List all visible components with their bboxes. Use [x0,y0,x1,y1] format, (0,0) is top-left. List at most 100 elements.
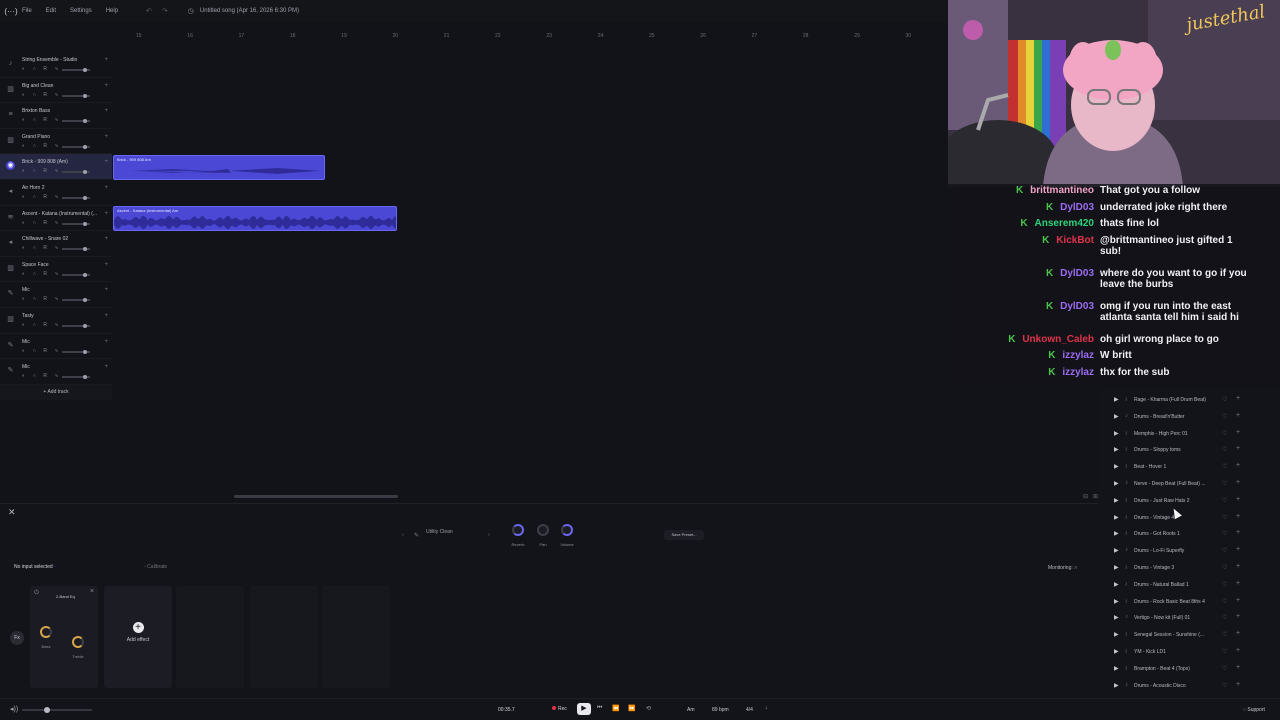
add-track-button[interactable]: + Add track [0,385,112,400]
add-instrument-icon[interactable]: + [104,262,108,268]
track-name[interactable]: Chillwave - Snare 02 [22,236,68,242]
add-instrument-icon[interactable]: + [104,159,108,165]
play-preview-icon[interactable]: ▶ [1114,682,1119,689]
loop-item[interactable]: ▶ ≀ YM - Kick LD1 ♡ + [1098,644,1280,661]
input-selector[interactable]: No input selected ◦ [14,564,56,570]
track-row[interactable]: ◉ Brick - 909 808 (Am) ◐ ∩ R ∿ + [0,154,112,180]
track-volume-slider[interactable] [62,93,90,98]
add-loop-icon[interactable]: + [1236,513,1240,520]
project-title[interactable]: Untitled song (Apr 16, 2026 6:30 PM) [200,8,299,14]
treble-knob[interactable] [72,636,84,648]
add-instrument-icon[interactable]: + [104,134,108,140]
time-signature[interactable]: 4/4 [746,707,753,713]
instrument-selector[interactable]: ‹ ✎ Utility Clean › [402,528,492,542]
track-name[interactable]: Brick - 909 808 (Am) [22,159,68,165]
add-loop-icon[interactable]: + [1236,479,1240,486]
volume-knob[interactable] [561,524,573,536]
save-preset-button[interactable]: Save Preset... [664,530,704,540]
track-controls[interactable]: ◐ ∩ R ∿ [22,168,62,174]
loop-item[interactable]: ▶ ♪ Drums - Bread'n'Butter ♡ + [1098,409,1280,426]
add-loop-icon[interactable]: + [1236,613,1240,620]
add-loop-icon[interactable]: + [1236,395,1240,402]
loop-name[interactable]: Drums - Sloppy toms [1134,447,1181,453]
support-link[interactable]: ◌ Support [1243,707,1265,713]
favorite-icon[interactable]: ♡ [1222,413,1227,420]
effect-slot-eq[interactable]: ⏻ 2-Band Eq × Bass Treble [30,586,98,688]
add-loop-icon[interactable]: + [1236,630,1240,637]
track-name[interactable]: Ascent - Katana (Instrumental) (... [22,211,97,217]
calibrate-button[interactable]: ◦ Calibrate [144,564,167,570]
play-preview-icon[interactable]: ▶ [1114,497,1119,504]
fx-toggle-button[interactable]: Fx [10,631,24,645]
favorite-icon[interactable]: ♡ [1222,648,1227,655]
play-preview-icon[interactable]: ▶ [1114,514,1119,521]
track-controls[interactable]: ◐ ∩ R ∿ [22,373,62,379]
loop-name[interactable]: Drums - Natural Ballad 1 [1134,582,1189,588]
loop-name[interactable]: Memphis - High Perc 01 [1134,431,1188,437]
loop-item[interactable]: ▶ ≀ Brampton - Beat 4 (Tops) ♡ + [1098,661,1280,678]
add-loop-icon[interactable]: + [1236,529,1240,536]
track-name[interactable]: Big and Clean [22,83,53,89]
track-volume-slider[interactable] [62,349,90,354]
tempo-field[interactable]: 89 bpm [712,707,729,713]
loop-name[interactable]: Senegal Session - Sunshine (... [1134,632,1204,638]
add-loop-icon[interactable]: + [1236,412,1240,419]
favorite-icon[interactable]: ♡ [1222,430,1227,437]
redo-icon[interactable]: ↷ [162,7,168,15]
track-controls[interactable]: ◐ ∩ R ∿ [22,66,62,72]
track-row[interactable]: ≡ Brixton Bass ◐ ∩ R ∿ + [0,103,112,129]
speaker-icon[interactable]: ◂)) [10,705,18,713]
favorite-icon[interactable]: ♡ [1222,581,1227,588]
loop-item[interactable]: ▶ ≀ Drums - Rock Basic Beat 8ths 4 ♡ + [1098,594,1280,611]
loop-name[interactable]: Drums - Bread'n'Butter [1134,414,1185,420]
history-icon[interactable]: ◷ [188,7,194,15]
add-loop-icon[interactable]: + [1236,597,1240,604]
track-volume-slider[interactable] [62,68,90,72]
favorite-icon[interactable]: ♡ [1222,514,1227,521]
favorite-icon[interactable]: ♡ [1222,530,1227,537]
key-selector[interactable]: Am [687,707,695,713]
track-name[interactable]: Mic [22,364,30,370]
monitoring-toggle[interactable]: Monitoring: ∩ [1048,565,1078,571]
loop-name[interactable]: Drums - Just Raw Hats 2 [1134,498,1190,504]
play-preview-icon[interactable]: ▶ [1114,614,1119,621]
track-row[interactable]: ♪ String Ensemble - Studio ◐ ∩ R ∿ + [0,52,112,78]
track-row[interactable]: ◂ Air Horn 2 ◐ ∩ R ∿ + [0,180,112,206]
add-loop-icon[interactable]: + [1236,445,1240,452]
loop-item[interactable]: ▶ ≀ Drums - Sloppy toms ♡ + [1098,442,1280,459]
loop-item[interactable]: ▶ ≀ Drums - Vintage 3 ♡ + [1098,560,1280,577]
add-loop-icon[interactable]: + [1236,580,1240,587]
track-volume-slider[interactable] [62,170,90,175]
reverb-knob[interactable] [512,524,524,536]
add-instrument-icon[interactable]: + [104,211,108,217]
track-controls[interactable]: ◐ ∩ R ∿ [22,194,62,200]
track-name[interactable]: Grand Piano [22,134,50,140]
undo-icon[interactable]: ↶ [146,7,152,15]
skip-back-icon[interactable]: ⏮ [597,705,602,712]
add-instrument-icon[interactable]: + [104,364,108,370]
track-volume-slider[interactable] [62,323,90,328]
loop-item[interactable]: ▶ ♪ Nerve - Deep Beat (Full Beat) ... ♡ + [1098,476,1280,493]
loop-item[interactable]: ▶ ♪ Vertigo - Now kit (Full) 01 ♡ + [1098,610,1280,627]
add-instrument-icon[interactable]: + [104,236,108,242]
loop-item[interactable]: ▶ ≀ Senegal Session - Sunshine (... ♡ + [1098,627,1280,644]
play-preview-icon[interactable]: ▶ [1114,665,1119,672]
track-controls[interactable]: ◐ ∩ R ∿ [22,92,62,98]
fast-forward-icon[interactable]: ⏩ [628,705,635,712]
loop-item[interactable]: ▶ ♪ Drums - Acoustic Disco ♡ + [1098,678,1280,695]
favorite-icon[interactable]: ♡ [1222,497,1227,504]
loop-name[interactable]: Rage - Kharma (Full Drum Beat) [1134,397,1206,403]
loop-name[interactable]: Drums - Acoustic Disco [1134,683,1186,689]
track-name[interactable]: Mic [22,339,30,345]
track-row[interactable]: ▥ Space Face ◐ ∩ R ∿ + [0,257,112,283]
track-volume-slider[interactable] [62,247,90,252]
loop-item[interactable]: ▶ ≀ Drums - Natural Ballad 1 ♡ + [1098,577,1280,594]
app-logo-icon[interactable]: (···) [0,7,22,16]
loop-name[interactable]: Drums - Rock Basic Beat 8ths 4 [1134,599,1205,605]
track-controls[interactable]: ◐ ∩ R ∿ [22,220,62,226]
loop-name[interactable]: Drums - Lo-Fi Superfly [1134,548,1184,554]
loop-name[interactable]: Drums - Got Roots 1 [1134,531,1180,537]
loop-name[interactable]: YM - Kick LD1 [1134,649,1166,655]
track-row[interactable]: ✎ Mic ◐ ∩ R ∿ + [0,282,112,308]
loop-name[interactable]: Beat - Hover 1 [1134,464,1166,470]
